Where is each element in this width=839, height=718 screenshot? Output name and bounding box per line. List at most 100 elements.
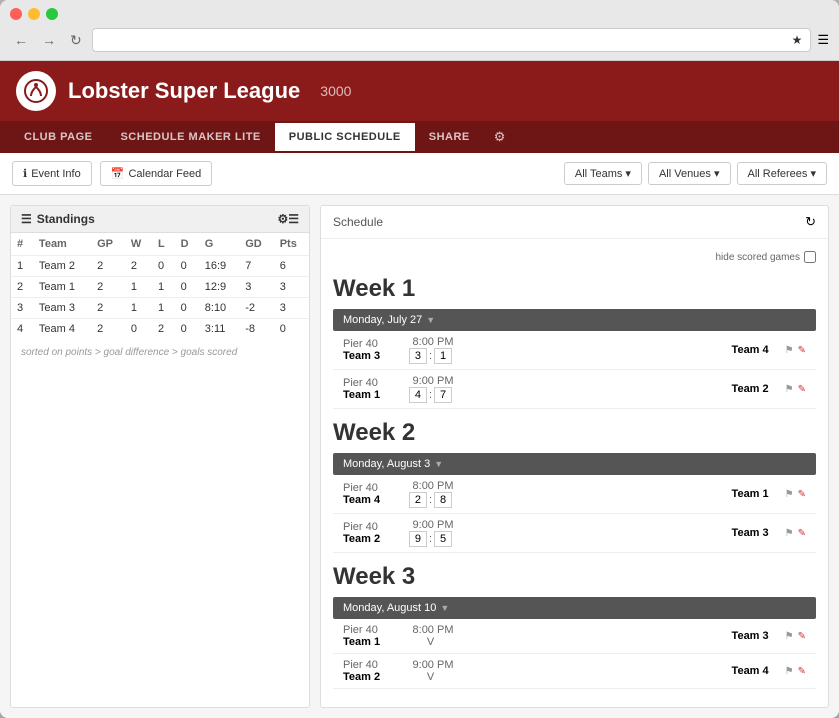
toolbar: ℹ Event Info 📅 Calendar Feed All Teams ▾…	[0, 153, 839, 195]
main-layout: ☰ Standings ⚙☰ # Team GP W L D	[0, 195, 839, 718]
flag-icon[interactable]: ⚑	[785, 489, 794, 500]
game-score: V	[398, 636, 463, 648]
browser-nav: ← → ↻ ★ ☰	[10, 28, 829, 52]
edit-icon[interactable]: ✎	[798, 384, 806, 395]
tab-schedule-maker[interactable]: SCHEDULE MAKER LITE	[106, 123, 274, 151]
game-venue: Pier 40	[343, 624, 403, 636]
event-info-label: Event Info	[31, 168, 81, 180]
nav-tabs: CLUB PAGE SCHEDULE MAKER LITE PUBLIC SCH…	[0, 121, 839, 153]
app-title: Lobster Super League	[68, 78, 300, 104]
table-row: 2 Team 1 2 1 1 0 12:9 3 3	[11, 277, 309, 298]
menu-icon[interactable]: ☰	[817, 32, 829, 48]
game-venue: Pier 40	[343, 659, 403, 671]
edit-icon[interactable]: ✎	[798, 666, 806, 677]
traffic-lights	[10, 8, 829, 20]
tab-club-page[interactable]: CLUB PAGE	[10, 123, 106, 151]
app-header: Lobster Super League 3000	[0, 61, 839, 121]
schedule-title: Schedule	[333, 215, 383, 229]
info-icon: ℹ	[23, 167, 27, 180]
schedule-weeks: Week 1Monday, July 27 ▼ Pier 40 Team 3 8…	[333, 275, 816, 689]
game-away-team: Team 4	[463, 344, 777, 356]
hide-scored-label: hide scored games	[716, 252, 801, 263]
game-time: 8:00 PM	[398, 480, 468, 492]
all-teams-filter[interactable]: All Teams ▾	[564, 162, 642, 185]
address-bar[interactable]: ★	[92, 28, 812, 52]
flag-icon[interactable]: ⚑	[785, 631, 794, 642]
game-row: Pier 40 Team 1 8:00 PM V Team 3 ⚑ ✎	[333, 619, 816, 654]
more-options-icon[interactable]: ⚙	[484, 121, 516, 153]
week-section: Week 1Monday, July 27 ▼ Pier 40 Team 3 8…	[333, 275, 816, 409]
browser-chrome: ← → ↻ ★ ☰	[0, 0, 839, 61]
game-home-team: Team 1	[343, 389, 398, 401]
calendar-feed-button[interactable]: 📅 Calendar Feed	[100, 161, 212, 186]
all-referees-filter[interactable]: All Referees ▾	[737, 162, 828, 185]
col-g: G	[199, 233, 239, 256]
game-score: 9 : 5	[398, 531, 463, 547]
week-title: Week 1	[333, 275, 816, 303]
game-away-team: Team 4	[463, 665, 777, 677]
col-team: Team	[33, 233, 91, 256]
app-subtitle: 3000	[320, 83, 351, 99]
tab-public-schedule[interactable]: PUBLIC SCHEDULE	[275, 123, 415, 151]
game-actions: ⚑ ✎	[785, 489, 806, 500]
game-actions: ⚑ ✎	[785, 666, 806, 677]
forward-button[interactable]: →	[38, 30, 60, 50]
game-row: Pier 40 Team 3 8:00 PM 3 : 1 Team 4 ⚑ ✎	[333, 331, 816, 370]
close-button[interactable]	[10, 8, 22, 20]
event-info-button[interactable]: ℹ Event Info	[12, 161, 92, 186]
edit-icon[interactable]: ✎	[798, 345, 806, 356]
refresh-button[interactable]: ↻	[66, 30, 86, 51]
game-row: Pier 40 Team 2 9:00 PM 9 : 5 Team 3 ⚑ ✎	[333, 514, 816, 553]
standings-header-left: ☰ Standings	[21, 212, 95, 226]
flag-icon[interactable]: ⚑	[785, 666, 794, 677]
schedule-header: Schedule ↻	[321, 206, 828, 239]
game-actions: ⚑ ✎	[785, 631, 806, 642]
schedule-panel: Schedule ↻ hide scored games Week 1Monda…	[320, 205, 829, 708]
game-away-team: Team 2	[463, 383, 777, 395]
day-header: Monday, August 3 ▼	[333, 453, 816, 475]
game-time: 9:00 PM	[398, 375, 468, 387]
edit-icon[interactable]: ✎	[798, 528, 806, 539]
app-content: Lobster Super League 3000 CLUB PAGE SCHE…	[0, 61, 839, 718]
game-time: 8:00 PM	[398, 336, 468, 348]
col-l: L	[152, 233, 175, 256]
game-score: 2 : 8	[398, 492, 463, 508]
game-actions: ⚑ ✎	[785, 384, 806, 395]
maximize-button[interactable]	[46, 8, 58, 20]
hide-scored-checkbox[interactable]	[804, 251, 816, 263]
edit-icon[interactable]: ✎	[798, 631, 806, 642]
game-venue: Pier 40	[343, 377, 403, 389]
game-time: 8:00 PM	[398, 624, 468, 636]
table-row: 4 Team 4 2 0 2 0 3:11 -8 0	[11, 319, 309, 340]
game-home-team: Team 3	[343, 350, 398, 362]
standings-settings-icon[interactable]: ⚙☰	[277, 212, 299, 226]
back-button[interactable]: ←	[10, 30, 32, 50]
standings-panel: ☰ Standings ⚙☰ # Team GP W L D	[10, 205, 310, 708]
game-time: 9:00 PM	[398, 659, 468, 671]
calendar-feed-label: Calendar Feed	[128, 168, 201, 180]
game-away-team: Team 1	[463, 488, 777, 500]
flag-icon[interactable]: ⚑	[785, 528, 794, 539]
col-w: W	[125, 233, 152, 256]
edit-icon[interactable]: ✎	[798, 489, 806, 500]
game-home-team: Team 4	[343, 494, 398, 506]
game-home-team: Team 2	[343, 533, 398, 545]
hide-scored-container: hide scored games	[333, 247, 816, 267]
flag-icon[interactable]: ⚑	[785, 384, 794, 395]
game-venue: Pier 40	[343, 521, 403, 533]
bookmark-icon[interactable]: ★	[792, 33, 803, 47]
game-row: Pier 40 Team 1 9:00 PM 4 : 7 Team 2 ⚑ ✎	[333, 370, 816, 409]
game-home-team: Team 2	[343, 671, 398, 683]
tab-share[interactable]: SHARE	[415, 123, 484, 151]
standings-title: Standings	[37, 212, 95, 226]
col-pts: Pts	[274, 233, 309, 256]
all-venues-filter[interactable]: All Venues ▾	[648, 162, 731, 185]
game-row: Pier 40 Team 4 8:00 PM 2 : 8 Team 1 ⚑ ✎	[333, 475, 816, 514]
col-gd: GD	[239, 233, 273, 256]
minimize-button[interactable]	[28, 8, 40, 20]
week-title: Week 3	[333, 563, 816, 591]
flag-icon[interactable]: ⚑	[785, 345, 794, 356]
day-header: Monday, August 10 ▼	[333, 597, 816, 619]
game-actions: ⚑ ✎	[785, 528, 806, 539]
schedule-refresh-icon[interactable]: ↻	[805, 214, 816, 230]
